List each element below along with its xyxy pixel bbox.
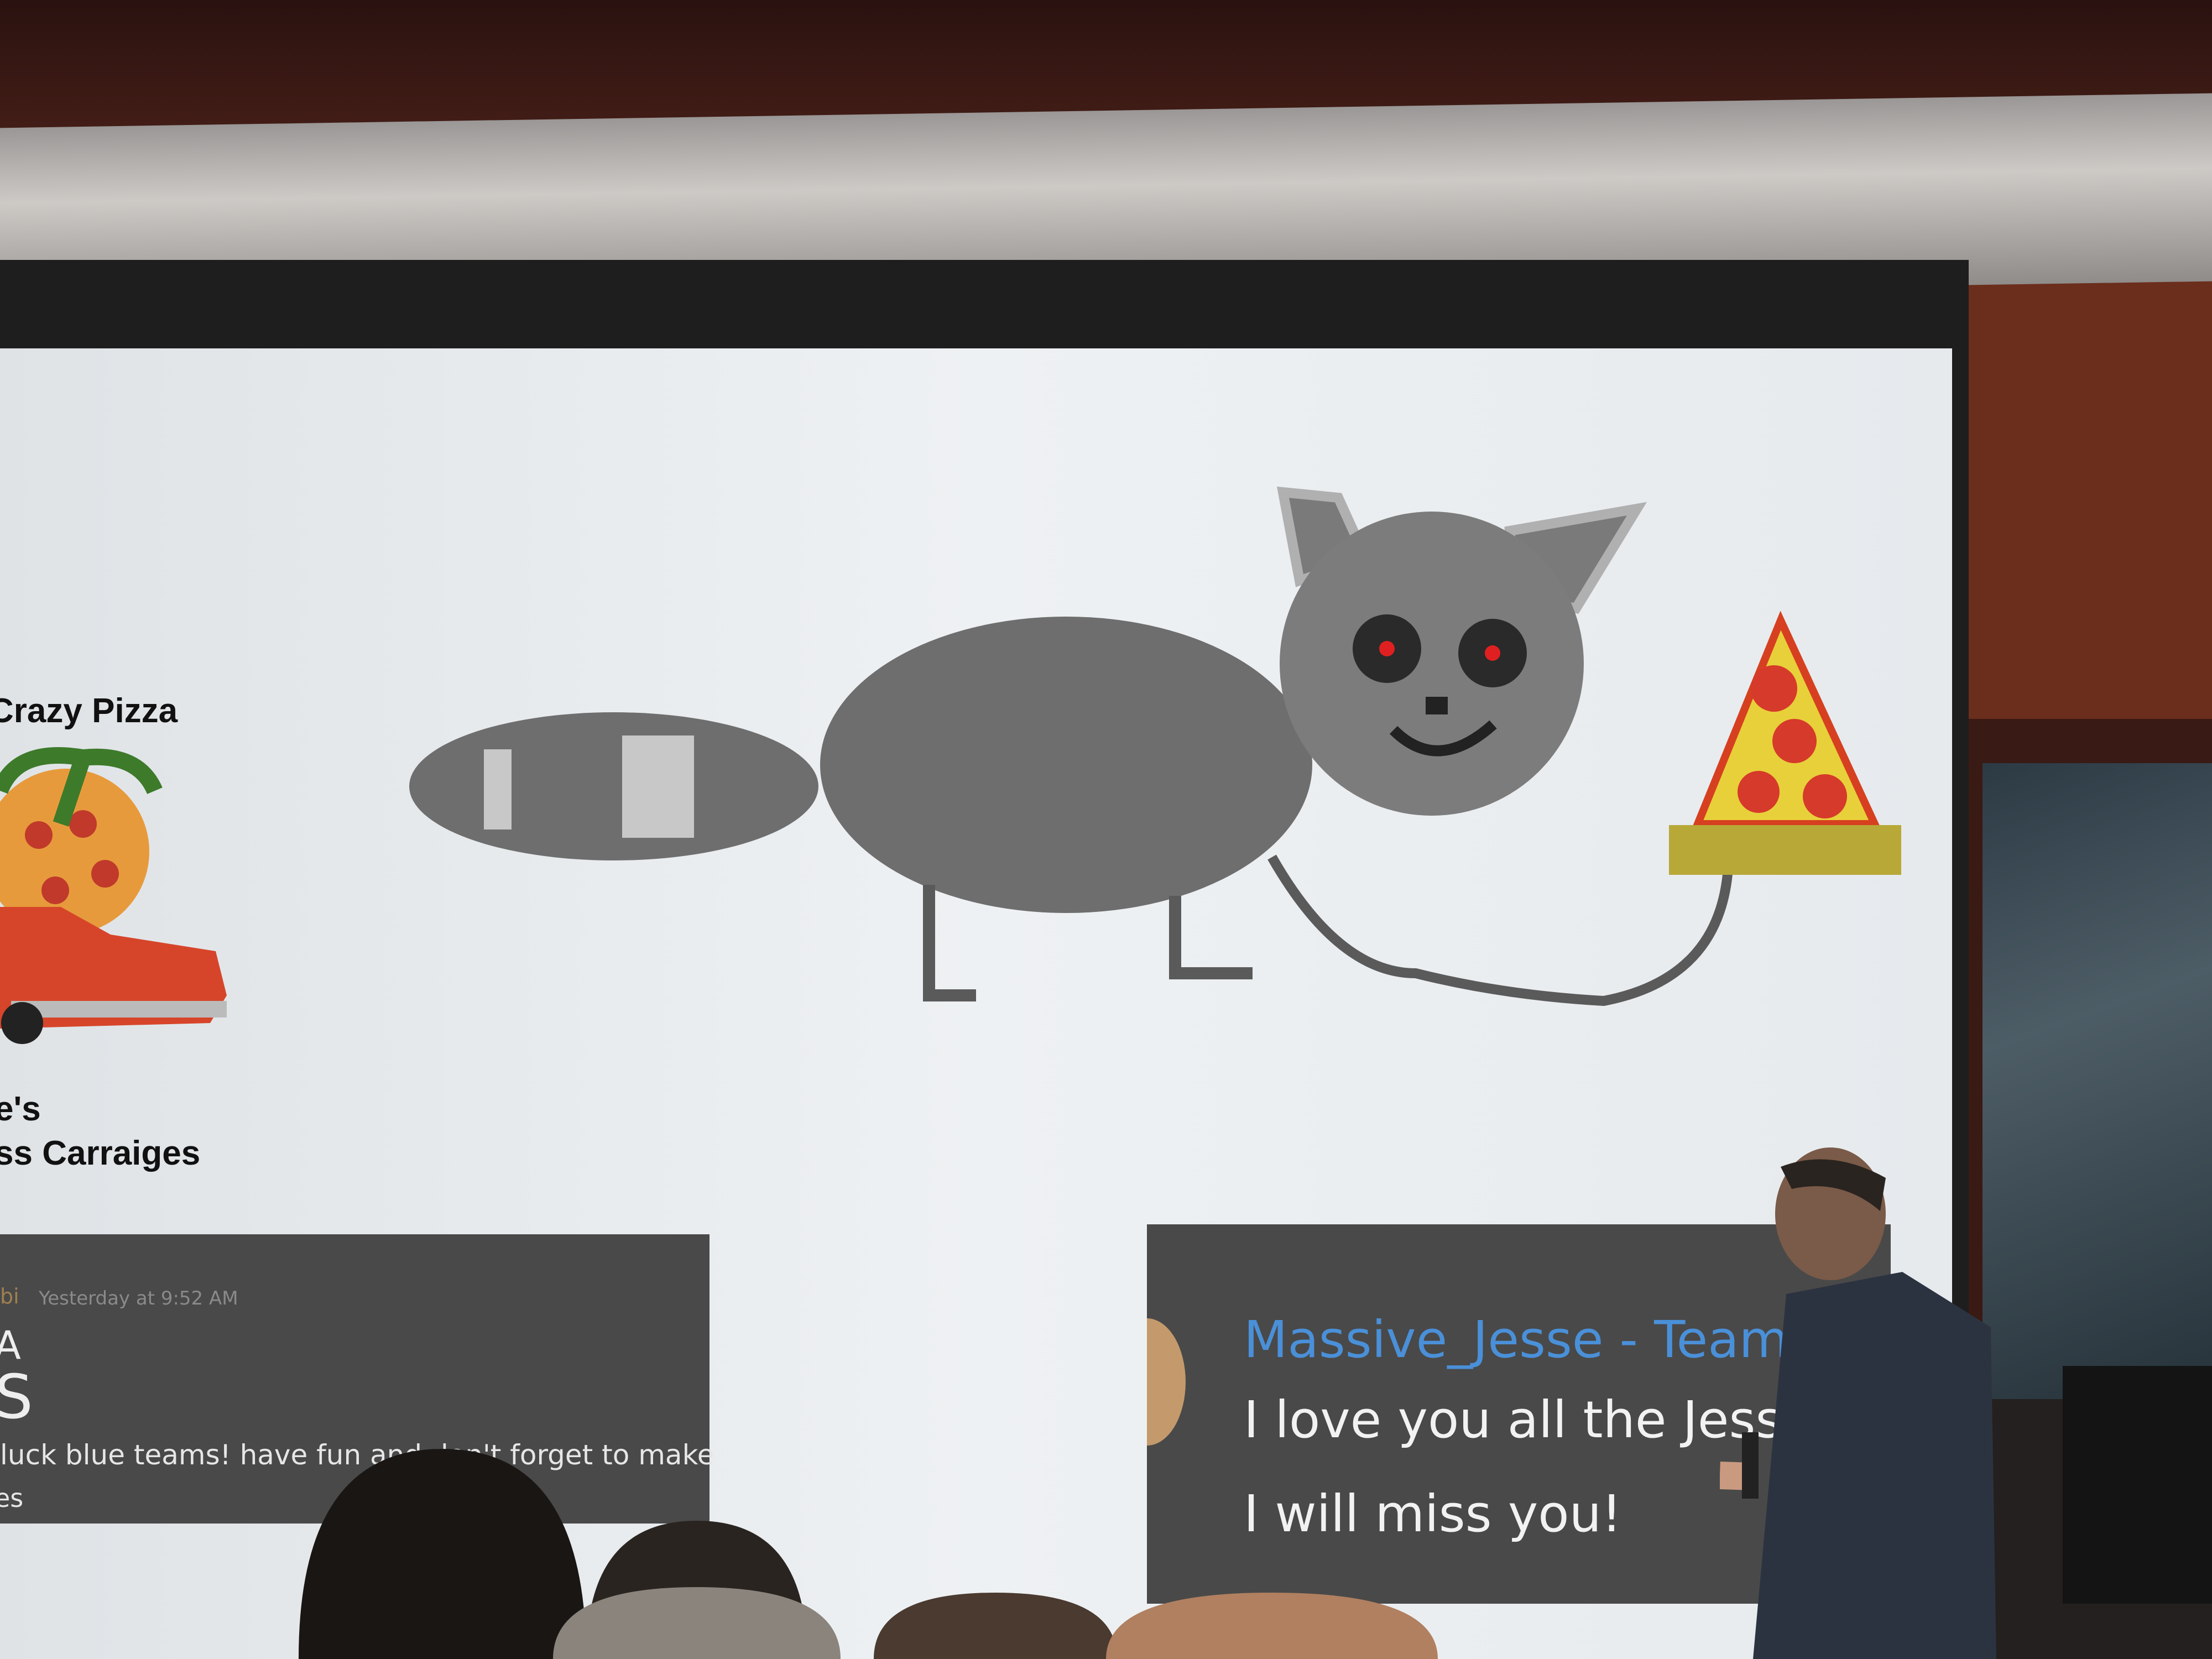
audience-head bbox=[874, 1593, 1117, 1659]
raccoon-leash-tail bbox=[1267, 854, 1733, 1006]
tail-stripe bbox=[484, 749, 512, 830]
window bbox=[1983, 763, 2212, 1399]
raccoon-body bbox=[820, 617, 1312, 913]
raccoon-tail bbox=[409, 712, 818, 860]
audience-head bbox=[1106, 1593, 1438, 1659]
message-timestamp: Yesterday at 9:52 AM bbox=[39, 1287, 238, 1310]
message-author: bi bbox=[0, 1284, 19, 1308]
audience-head bbox=[299, 1449, 586, 1659]
user-avatar bbox=[1147, 1318, 1186, 1446]
raccoon-head bbox=[1280, 512, 1584, 816]
message-large-fragment: S bbox=[0, 1361, 33, 1432]
audience bbox=[299, 1449, 1438, 1659]
raccoon-nose bbox=[1426, 697, 1448, 714]
monitor bbox=[2063, 1366, 2212, 1604]
message-author: Massive_Jesse - Team bbox=[1244, 1310, 1789, 1369]
tail-stripe bbox=[622, 735, 694, 838]
pizza-crust bbox=[1669, 825, 1901, 875]
presenter-shirt bbox=[1753, 1272, 1996, 1659]
